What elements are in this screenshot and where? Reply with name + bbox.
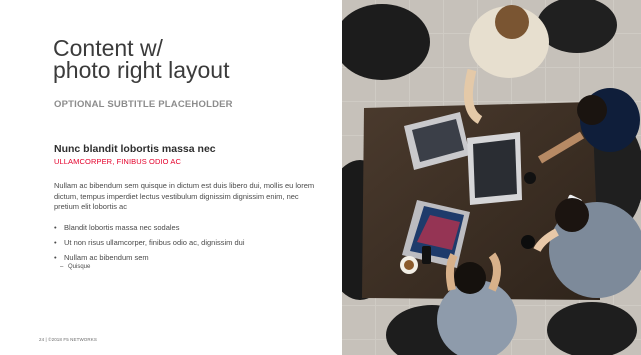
list-item[interactable]: • Ut non risus ullamcorper, finibus odio… <box>54 238 324 253</box>
sub-list-item[interactable]: – Quisque <box>54 264 324 270</box>
bullet-list: • Blandit lobortis massa nec sodales • U… <box>54 223 324 270</box>
bullet-icon: • <box>54 253 57 262</box>
bullet-icon: • <box>54 223 57 232</box>
list-item-text: Blandit lobortis massa nec sodales <box>64 223 180 232</box>
list-item-text: Ut non risus ullamcorper, finibus odio a… <box>64 238 245 247</box>
dash-icon: – <box>60 264 64 270</box>
list-item-text: Nullam ac bibendum sem <box>64 253 149 262</box>
slide-subtitle[interactable]: OPTIONAL SUBTITLE PLACEHOLDER <box>54 99 233 110</box>
slide: Content w/ photo right layout OPTIONAL S… <box>0 0 641 355</box>
sub-list-item-text: Quisque <box>68 264 91 270</box>
content-heading[interactable]: Nunc blandit lobortis massa nec <box>54 143 216 155</box>
content-panel: Content w/ photo right layout OPTIONAL S… <box>0 0 342 355</box>
body-paragraph[interactable]: Nullam ac bibendum sem quisque in dictum… <box>54 181 316 213</box>
photo-illustration <box>342 0 641 355</box>
footer-page-number: 24 | ©2018 F5 NETWORKS <box>39 337 97 342</box>
bullet-icon: • <box>54 238 57 247</box>
list-item[interactable]: • Blandit lobortis massa nec sodales <box>54 223 324 238</box>
content-subheading[interactable]: ULLAMCORPER, FINIBUS ODIO AC <box>54 157 181 166</box>
list-item[interactable]: • Nullam ac bibendum sem <box>54 253 324 264</box>
office-meeting-photo[interactable] <box>342 0 641 355</box>
slide-title[interactable]: Content w/ photo right layout <box>53 37 333 82</box>
